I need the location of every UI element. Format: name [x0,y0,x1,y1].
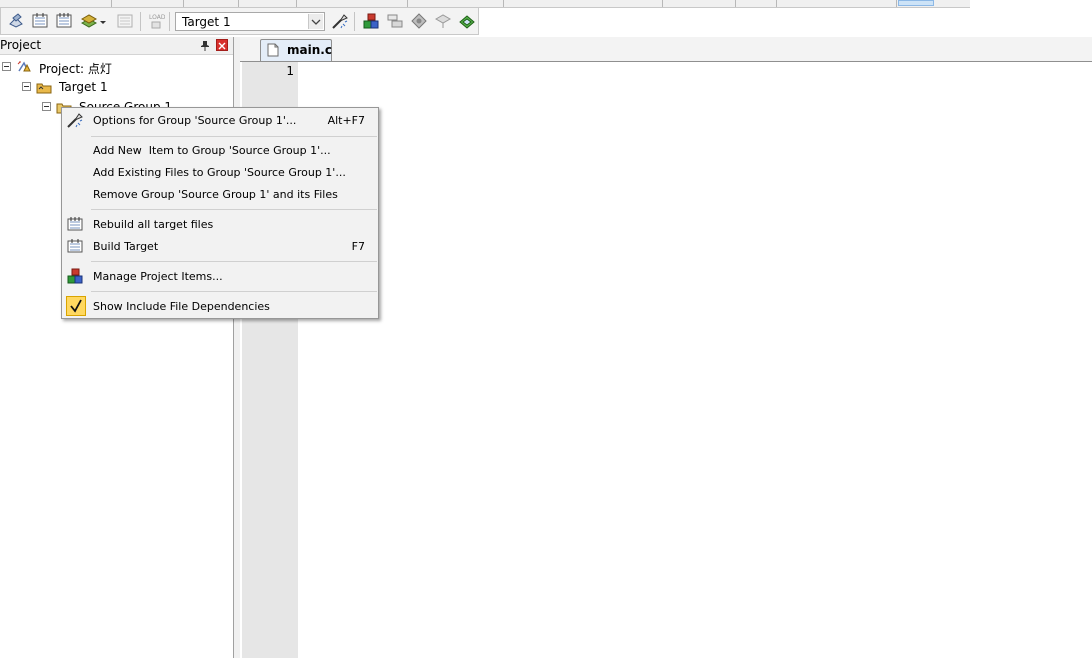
menu-item-shortcut: F7 [351,240,365,253]
editor-tab-strip: main.c [240,37,1092,62]
checkmark-icon [66,296,86,316]
collapse-toggle[interactable] [22,82,31,91]
project-pane-title: Project [0,38,42,52]
menu-separator [91,291,377,292]
build-icon [67,238,83,254]
manage-project-icon [67,268,83,284]
menu-item-build-target[interactable]: Build Target F7 [64,236,376,257]
menu-item-remove-group[interactable]: Remove Group 'Source Group 1' and its Fi… [64,184,376,205]
menu-item-add-new-item[interactable]: Add New Item to Group 'Source Group 1'..… [64,140,376,161]
target-folder-icon [36,79,52,95]
menu-separator [91,261,377,262]
line-number: 1 [286,64,294,78]
pin-icon[interactable] [199,39,211,51]
menu-separator [91,209,377,210]
uvision-window: LOAD Target 1 Project Project: 点灯 Target… [0,0,1092,658]
menu-item-add-existing-files[interactable]: Add Existing Files to Group 'Source Grou… [64,162,376,183]
download-icon[interactable]: LOAD [147,12,166,30]
tree-node-project[interactable]: Project: 点灯 [0,58,233,76]
document-icon [267,43,279,57]
target-select[interactable]: Target 1 [175,12,325,31]
menu-item-label: Build Target [93,240,159,253]
context-menu: Options for Group 'Source Group 1'... Al… [61,107,379,319]
manage-components-icon[interactable] [410,12,428,30]
menu-separator [91,136,377,137]
menu-item-show-include-deps[interactable]: Show Include File Dependencies [64,296,376,317]
rebuild-icon[interactable] [55,12,73,30]
options-wand-icon [67,112,83,128]
menu-item-rebuild-all[interactable]: Rebuild all target files [64,214,376,235]
manage-project-icon[interactable] [362,12,380,30]
target-options-icon[interactable] [331,12,349,30]
file-toolbar [0,0,970,8]
menu-item-manage-project-items[interactable]: Manage Project Items... [64,266,376,287]
tree-label-target: Target 1 [59,80,108,94]
tab-label: main.c [287,43,332,57]
tree-label-project: Project: 点灯 [39,62,112,76]
menu-item-label: Add New Item to Group 'Source Group 1'..… [93,144,331,157]
tree-node-target[interactable]: Target 1 [0,78,233,96]
rebuild-icon [67,216,83,232]
close-pane-button[interactable] [216,39,228,51]
target-select-value: Target 1 [182,15,231,29]
menu-item-shortcut: Alt+F7 [327,114,365,127]
batch-build-icon[interactable] [80,12,98,30]
project-icon [16,59,32,75]
project-pane-header: Project [0,37,233,55]
collapse-toggle[interactable] [42,102,51,111]
select-packs-icon[interactable] [386,12,404,30]
tab-main-c[interactable]: main.c [260,39,332,61]
stop-build-icon [116,12,134,30]
batch-dropdown-icon[interactable] [98,12,108,30]
menu-item-label: Rebuild all target files [93,218,214,231]
pack-installer-icon[interactable] [434,12,452,30]
chevron-down-icon[interactable] [308,14,323,29]
build-icon[interactable] [31,12,49,30]
close-icon [218,42,226,50]
build-toolbar: LOAD Target 1 [0,8,479,35]
menu-item-label: Add Existing Files to Group 'Source Grou… [93,166,346,179]
software-packs-icon[interactable] [458,12,476,30]
menu-item-label: Remove Group 'Source Group 1' and its Fi… [93,188,338,201]
svg-text:LOAD: LOAD [149,14,165,21]
menu-item-label: Options for Group 'Source Group 1'... [93,114,297,127]
collapse-toggle[interactable] [2,62,11,71]
menu-item-label: Manage Project Items... [93,270,223,283]
menu-item-label: Show Include File Dependencies [93,300,270,313]
menu-item-group-options[interactable]: Options for Group 'Source Group 1'... Al… [64,110,376,131]
translate-icon[interactable] [7,12,25,30]
